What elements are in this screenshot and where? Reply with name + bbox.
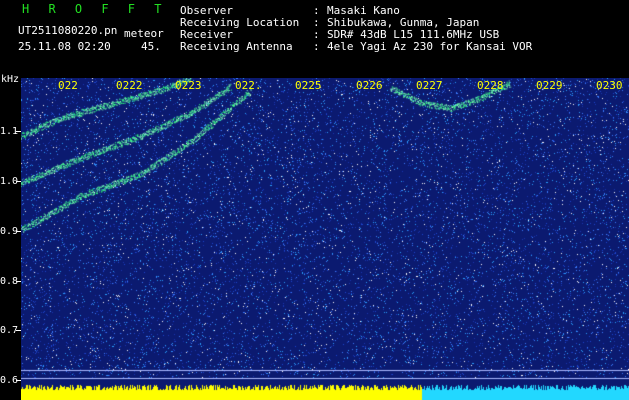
time-tick-label: 0228	[477, 79, 504, 92]
antenna-label: Receiving Antenna	[180, 40, 293, 53]
header-panel: H R O F F T UT2511080220.pn meteor 25.11…	[0, 0, 629, 78]
y-unit-label: kHz	[1, 74, 20, 85]
time-tick-label: 0230	[596, 79, 623, 92]
time-tick-label: 0227	[416, 79, 443, 92]
time-tick-label: 0222	[116, 79, 143, 92]
file-name: UT2511080220.pn	[18, 24, 118, 37]
time-tick-label: 0226	[356, 79, 383, 92]
spectrogram-area[interactable]	[21, 78, 629, 400]
datetime-label: 25.11.08 02:20	[18, 40, 111, 53]
time-tick-label: 022	[58, 79, 78, 92]
time-tick-label: 0225	[295, 79, 322, 92]
mode-label: meteor	[124, 27, 164, 40]
time-tick-label: 0223	[175, 79, 202, 92]
antenna-sep: :	[313, 40, 320, 53]
time-tick-label: 0229	[536, 79, 563, 92]
spectrogram-canvas	[21, 78, 629, 400]
app-name: H R O F F T	[22, 2, 168, 16]
time-tick-label: 022.	[235, 79, 262, 92]
value-label: 45.	[141, 40, 161, 53]
antenna-value: 4ele Yagi Az 230 for Kansai VOR	[327, 40, 533, 53]
